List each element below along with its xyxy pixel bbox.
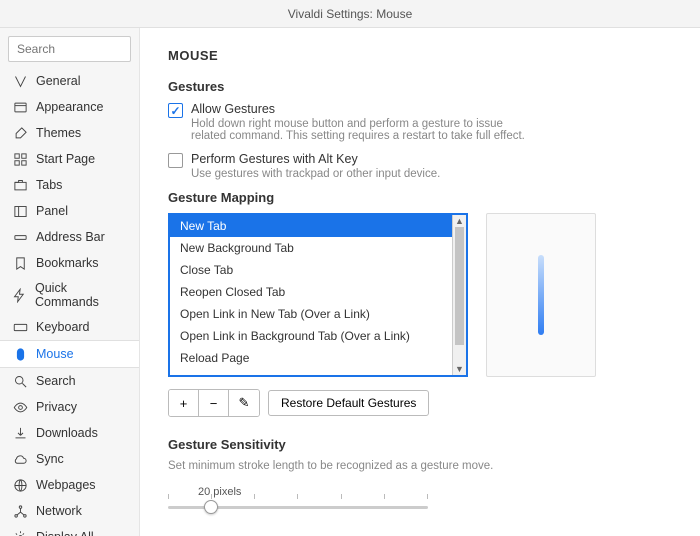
address-bar-icon	[12, 229, 28, 245]
list-item[interactable]: Close Tab	[170, 259, 466, 281]
sidebar-item-network[interactable]: Network	[0, 498, 139, 524]
mapping-button-group: + − ✎	[168, 389, 260, 417]
allow-gestures-desc: Hold down right mouse button and perform…	[191, 118, 531, 142]
allow-gestures-label: Allow Gestures	[191, 102, 531, 116]
search-input[interactable]	[8, 36, 131, 62]
sidebar-item-themes[interactable]: Themes	[0, 120, 139, 146]
sidebar-item-label: Appearance	[36, 100, 103, 114]
sidebar-item-quick-commands[interactable]: Quick Commands	[0, 276, 139, 314]
gestures-section-title: Gestures	[168, 79, 672, 94]
restore-defaults-button[interactable]: Restore Default Gestures	[268, 390, 429, 416]
sidebar-item-bookmarks[interactable]: Bookmarks	[0, 250, 139, 276]
download-icon	[12, 425, 28, 441]
eye-icon	[12, 399, 28, 415]
sidebar-item-label: Start Page	[36, 152, 95, 166]
scroll-thumb[interactable]	[455, 227, 464, 345]
settings-sidebar: General Appearance Themes Start Page Tab…	[0, 28, 140, 536]
sidebar-item-label: Themes	[36, 126, 81, 140]
sidebar-item-label: Search	[36, 374, 76, 388]
alt-key-option[interactable]: Perform Gestures with Alt Key Use gestur…	[168, 152, 672, 180]
slider-track[interactable]	[168, 506, 428, 509]
sidebar-item-panel[interactable]: Panel	[0, 198, 139, 224]
allow-gestures-checkbox[interactable]	[168, 103, 183, 118]
sidebar-item-mouse[interactable]: Mouse	[0, 340, 139, 368]
sidebar-item-label: Address Bar	[36, 230, 105, 244]
list-item[interactable]: New Background Tab	[170, 237, 466, 259]
cloud-icon	[12, 451, 28, 467]
sidebar-item-label: Network	[36, 504, 82, 518]
sidebar-item-label: Tabs	[36, 178, 62, 192]
sidebar-item-label: Downloads	[36, 426, 98, 440]
vivaldi-icon	[12, 73, 28, 89]
pencil-icon: ✎	[239, 395, 250, 411]
tabs-icon	[12, 177, 28, 193]
sidebar-item-label: Keyboard	[36, 320, 90, 334]
globe-icon	[12, 477, 28, 493]
mapping-section-title: Gesture Mapping	[168, 190, 672, 205]
sidebar-item-label: General	[36, 74, 80, 88]
brush-icon	[12, 125, 28, 141]
bolt-icon	[12, 287, 27, 303]
sidebar-item-start-page[interactable]: Start Page	[0, 146, 139, 172]
sensitivity-slider[interactable]: 20 pixels	[168, 486, 428, 509]
sidebar-item-label: Bookmarks	[36, 256, 99, 270]
window-title: Vivaldi Settings: Mouse	[0, 0, 700, 28]
list-item[interactable]: History Back	[170, 369, 466, 377]
edit-gesture-button[interactable]: ✎	[229, 390, 259, 416]
list-item[interactable]: Reopen Closed Tab	[170, 281, 466, 303]
bookmark-icon	[12, 255, 28, 271]
alt-key-desc: Use gestures with trackpad or other inpu…	[191, 168, 440, 180]
list-item[interactable]: Open Link in Background Tab (Over a Link…	[170, 325, 466, 347]
sidebar-item-privacy[interactable]: Privacy	[0, 394, 139, 420]
window-icon	[12, 99, 28, 115]
keyboard-icon	[12, 319, 28, 335]
sidebar-item-address-bar[interactable]: Address Bar	[0, 224, 139, 250]
sidebar-item-label: Privacy	[36, 400, 77, 414]
scroll-down-arrow[interactable]: ▼	[453, 363, 466, 375]
sidebar-item-label: Panel	[36, 204, 68, 218]
sidebar-item-label: Quick Commands	[35, 281, 127, 309]
sidebar-item-tabs[interactable]: Tabs	[0, 172, 139, 198]
sidebar-item-appearance[interactable]: Appearance	[0, 94, 139, 120]
list-item[interactable]: Open Link in New Tab (Over a Link)	[170, 303, 466, 325]
gesture-preview	[486, 213, 596, 377]
list-item[interactable]: New Tab	[170, 215, 466, 237]
page-heading: MOUSE	[168, 48, 672, 63]
allow-gestures-option[interactable]: Allow Gestures Hold down right mouse but…	[168, 102, 672, 142]
sidebar-item-keyboard[interactable]: Keyboard	[0, 314, 139, 340]
alt-key-checkbox[interactable]	[168, 153, 183, 168]
sidebar-item-label: Mouse	[36, 347, 74, 361]
network-icon	[12, 503, 28, 519]
grid-icon	[12, 151, 28, 167]
sidebar-item-downloads[interactable]: Downloads	[0, 420, 139, 446]
panel-icon	[12, 203, 28, 219]
scrollbar[interactable]: ▲ ▼	[452, 215, 466, 375]
mouse-icon	[12, 346, 28, 362]
slider-thumb[interactable]	[204, 500, 218, 514]
sidebar-item-search[interactable]: Search	[0, 368, 139, 394]
sidebar-item-label: Display All	[36, 530, 94, 536]
search-icon	[12, 373, 28, 389]
sidebar-item-webpages[interactable]: Webpages	[0, 472, 139, 498]
remove-gesture-button[interactable]: −	[199, 390, 229, 416]
sensitivity-title: Gesture Sensitivity	[168, 437, 672, 452]
sidebar-item-display-all[interactable]: Display All	[0, 524, 139, 536]
alt-key-label: Perform Gestures with Alt Key	[191, 152, 440, 166]
sidebar-item-sync[interactable]: Sync	[0, 446, 139, 472]
add-gesture-button[interactable]: +	[169, 390, 199, 416]
gesture-mapping-list[interactable]: New Tab New Background Tab Close Tab Reo…	[168, 213, 468, 377]
sidebar-item-general[interactable]: General	[0, 68, 139, 94]
sidebar-item-label: Webpages	[36, 478, 96, 492]
list-item[interactable]: Reload Page	[170, 347, 466, 369]
scroll-up-arrow[interactable]: ▲	[453, 215, 466, 227]
settings-main: MOUSE Gestures Allow Gestures Hold down …	[140, 28, 700, 536]
gear-icon	[12, 529, 28, 536]
gesture-stroke-icon	[538, 255, 544, 335]
sensitivity-desc: Set minimum stroke length to be recogniz…	[168, 460, 672, 472]
sidebar-item-label: Sync	[36, 452, 64, 466]
